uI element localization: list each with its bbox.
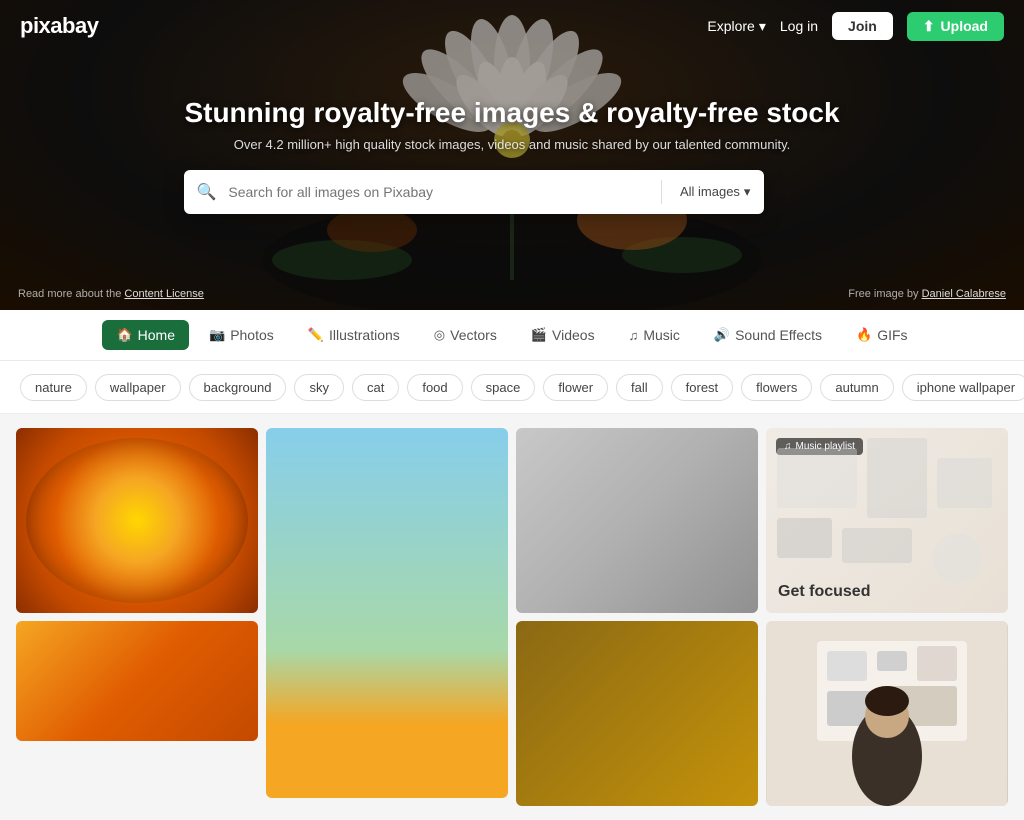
- tag-background[interactable]: background: [189, 374, 287, 401]
- hero-footer: Read more about the Content License Free…: [0, 288, 1024, 300]
- tag-flower[interactable]: flower: [543, 374, 608, 401]
- site-logo[interactable]: pixabay: [20, 13, 98, 39]
- tags-row: nature wallpaper background skycatfood space…: [0, 361, 1024, 414]
- hero-title: Stunning royalty-free images & royalty-f…: [184, 97, 839, 129]
- grid-column-3: [516, 428, 758, 806]
- photographer-link[interactable]: Daniel Calabrese: [922, 288, 1006, 300]
- hero-section: pixabay Explore ▾ Log in Join ⬆ Upload S…: [0, 0, 1024, 310]
- search-icon: 🔍: [184, 182, 228, 202]
- category-item-music[interactable]: ♫Music: [615, 320, 694, 350]
- chevron-down-icon: ▾: [759, 18, 766, 35]
- videos-icon: 🎬: [531, 327, 547, 343]
- content-license-link[interactable]: Content License: [124, 288, 204, 300]
- category-item-vectors[interactable]: ◎Vectors: [420, 320, 511, 350]
- image-card-autumn[interactable]: [516, 621, 758, 806]
- category-item-gifs[interactable]: 🔥GIFs: [842, 320, 922, 350]
- image-card-person[interactable]: [766, 621, 1008, 806]
- chevron-down-icon: ▾: [744, 184, 751, 200]
- content-license-text: Read more about the Content License: [18, 288, 204, 300]
- category-item-photos[interactable]: 📷Photos: [195, 320, 288, 350]
- image-card-bee[interactable]: [516, 428, 758, 613]
- tag-autumn[interactable]: autumn: [820, 374, 893, 401]
- grid-column-1: [16, 428, 258, 806]
- tag-wallpaper[interactable]: wallpaper: [95, 374, 181, 401]
- upload-icon: ⬆: [923, 18, 935, 35]
- tag-cat[interactable]: cat: [352, 374, 399, 401]
- nav-right-section: Explore ▾ Log in Join ⬆ Upload: [707, 12, 1004, 41]
- grid-column-4: ♫ Music playlist Get focused: [766, 428, 1008, 806]
- category-item-videos[interactable]: 🎬Videos: [517, 320, 609, 350]
- tag-food[interactable]: food: [407, 374, 462, 401]
- tag-sky[interactable]: sky: [294, 374, 344, 401]
- category-item-illustrations[interactable]: ✏️Illustrations: [294, 320, 414, 350]
- upload-button[interactable]: ⬆ Upload: [907, 12, 1004, 41]
- tag-flowers[interactable]: flowers: [741, 374, 812, 401]
- hero-content: Stunning royalty-free images & royalty-f…: [164, 97, 859, 214]
- search-input[interactable]: [228, 184, 657, 200]
- music-icon: ♫: [629, 328, 639, 343]
- join-button[interactable]: Join: [832, 12, 893, 40]
- gifs-icon: 🔥: [856, 327, 872, 343]
- grid-column-2: [266, 428, 508, 806]
- tag-fall[interactable]: fall: [616, 374, 663, 401]
- hero-subtitle: Over 4.2 million+ high quality stock ima…: [184, 137, 839, 152]
- category-item-home[interactable]: 🏠Home: [102, 320, 189, 350]
- image-card-pumpkins[interactable]: [16, 621, 258, 741]
- sound-effects-icon: 🔊: [714, 327, 730, 343]
- search-bar: 🔍 All images ▾: [184, 170, 764, 214]
- image-card-girl-pumpkins[interactable]: [266, 428, 508, 798]
- login-button[interactable]: Log in: [780, 18, 818, 34]
- tag-space[interactable]: space: [471, 374, 536, 401]
- tag-forest[interactable]: forest: [671, 374, 734, 401]
- top-navigation: pixabay Explore ▾ Log in Join ⬆ Upload: [0, 0, 1024, 52]
- photographer-credit: Free image by Daniel Calabrese: [848, 288, 1006, 300]
- category-navigation: 🏠Home📷Photos✏️Illustrations◎Vectors🎬Vide…: [0, 310, 1024, 361]
- tag-nature[interactable]: nature: [20, 374, 87, 401]
- image-grid: ♫ Music playlist Get focused: [0, 414, 1024, 820]
- explore-menu[interactable]: Explore ▾: [707, 18, 766, 35]
- illustrations-icon: ✏️: [308, 327, 324, 343]
- search-filter-dropdown[interactable]: All images ▾: [666, 184, 765, 200]
- photos-icon: 📷: [209, 327, 225, 343]
- image-card-workspace[interactable]: ♫ Music playlist Get focused: [766, 428, 1008, 613]
- category-item-sound-effects[interactable]: 🔊Sound Effects: [700, 320, 836, 350]
- image-card-flower[interactable]: [16, 428, 258, 613]
- home-icon: 🏠: [116, 327, 132, 343]
- vectors-icon: ◎: [434, 327, 445, 343]
- search-divider: [661, 180, 662, 204]
- tag-iphone-wallpaper[interactable]: iphone wallpaper: [902, 374, 1024, 401]
